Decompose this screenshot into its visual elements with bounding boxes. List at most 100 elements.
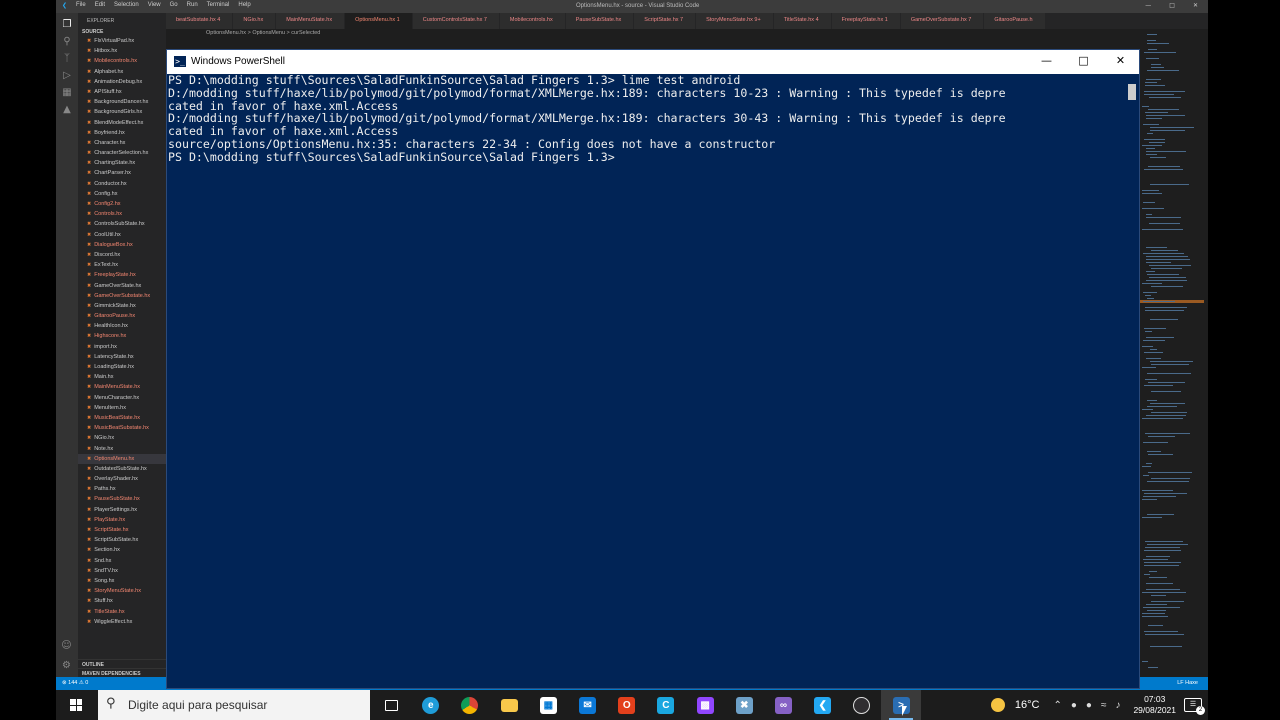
editor-tab[interactable]: CustomControlsState.hx 7 [412, 13, 500, 29]
editor-tab[interactable]: NGio.hx [233, 13, 277, 29]
file-item[interactable]: ✖ PlayState.hx [78, 515, 166, 525]
file-item[interactable]: ✖ ChartParser.hx [78, 168, 166, 178]
file-item[interactable]: ✖ BlendModeEffect.hx [78, 118, 166, 128]
menu-edit[interactable]: Edit [95, 2, 105, 9]
microphone-icon[interactable]: ● [1086, 700, 1092, 711]
file-item[interactable]: ✖ APIStuff.hx [78, 87, 166, 97]
editor-tab[interactable]: MainMenuState.hx [276, 13, 346, 29]
mail-button[interactable]: ✉ [568, 690, 607, 720]
language-status[interactable]: LF Haxe [1177, 680, 1198, 686]
ps-maximize-button[interactable]: □ [1065, 50, 1102, 74]
haxe-app-button[interactable]: ✖ [725, 690, 764, 720]
outline-section-header[interactable]: OUTLINE [78, 659, 166, 668]
vscode-maximize-icon[interactable]: □ [1169, 2, 1175, 9]
ps-minimize-button[interactable]: — [1028, 50, 1065, 74]
file-item[interactable]: ✖ Stuff.hx [78, 596, 166, 606]
file-item[interactable]: ✖ Alphabet.hx [78, 67, 166, 77]
file-explorer-button[interactable] [490, 690, 529, 720]
file-item[interactable]: ✖ Conductor.hx [78, 179, 166, 189]
search-icon[interactable]: ⚲ [62, 36, 73, 47]
file-item[interactable]: ✖ Config.hx [78, 189, 166, 199]
powershell-console[interactable]: PS D:\modding stuff\Sources\SaladFunkinS… [167, 74, 1125, 688]
file-item[interactable]: ✖ Note.hx [78, 444, 166, 454]
file-item[interactable]: ✖ Hitbox.hx [78, 46, 166, 56]
antivirus-icon[interactable]: ● [1071, 700, 1077, 711]
file-item[interactable]: ✖ ChartingState.hx [78, 158, 166, 168]
file-item[interactable]: ✖ ExText.hx [78, 260, 166, 270]
weather-sun-icon[interactable] [990, 698, 1005, 712]
temperature[interactable]: 16°C [1015, 699, 1040, 711]
problems-status[interactable]: ⊗ 144 ⚠ 0 [62, 680, 88, 686]
file-item[interactable]: ✖ WiggleEffect.hx [78, 617, 166, 627]
maven-dependencies-section-header[interactable]: MAVEN DEPENDENCIES [78, 668, 166, 677]
network-icon[interactable]: ≈ [1101, 700, 1107, 711]
editor-tab[interactable]: beatSubstate.hx 4 [166, 13, 234, 29]
file-item[interactable]: ✖ ScriptSubState.hx [78, 535, 166, 545]
file-item[interactable]: ✖ Main.hx [78, 372, 166, 382]
file-item[interactable]: ✖ Character.hx [78, 138, 166, 148]
file-item[interactable]: ✖ GimmickState.hx [78, 301, 166, 311]
chevron-up-icon[interactable]: ⌃ [1053, 700, 1061, 711]
file-item[interactable]: ✖ ScriptState.hx [78, 525, 166, 535]
file-item[interactable]: ✖ Paths.hx [78, 484, 166, 494]
file-item[interactable]: ✖ FreeplayState.hx [78, 270, 166, 280]
notification-center-icon[interactable]: ☰ 2 [1184, 698, 1205, 715]
file-item[interactable]: ✖ BackgroundDancer.hx [78, 97, 166, 107]
menu-help[interactable]: Help [238, 2, 250, 9]
editor-tab[interactable]: GitarooPause.h [984, 13, 1046, 29]
volume-icon[interactable]: ♪ [1115, 700, 1120, 711]
file-item[interactable]: ✖ FlxVirtualPad.hx [78, 36, 166, 46]
powershell-titlebar[interactable]: >_ Windows PowerShell — □ ✕ [167, 50, 1139, 74]
editor-tab[interactable]: GameOverSubstate.hx 7 [900, 13, 985, 29]
file-item[interactable]: ✖ LoadingState.hx [78, 362, 166, 372]
menu-run[interactable]: Run [187, 2, 198, 9]
run-debug-icon[interactable]: ▷ [62, 70, 73, 81]
menu-view[interactable]: View [148, 2, 161, 9]
cortana-app-button[interactable]: C [646, 690, 685, 720]
file-item[interactable]: ✖ CoolUtil.hx [78, 230, 166, 240]
editor-tab[interactable]: TitleState.hx 4 [773, 13, 832, 29]
editor-tab[interactable]: StoryMenuState.hx 9+ [696, 13, 774, 29]
vscode-minimize-icon[interactable]: — [1145, 2, 1151, 9]
file-item[interactable]: ✖ Boyfriend.hx [78, 128, 166, 138]
file-item[interactable]: ✖ AnimationDebug.hx [78, 77, 166, 87]
editor-tab[interactable]: FreeplayState.hx 1 [831, 13, 901, 29]
file-item[interactable]: ✖ StoryMenuState.hx [78, 586, 166, 596]
source-section-header[interactable]: SOURCE [78, 28, 166, 36]
file-item[interactable]: ✖ OptionsMenu.hx [78, 453, 166, 464]
file-item[interactable]: ✖ GameOverState.hx [78, 281, 166, 291]
task-view-button[interactable] [372, 690, 411, 720]
source-control-icon[interactable]: ᛉ [62, 53, 73, 64]
extensions-icon[interactable]: ▦ [62, 87, 73, 98]
taskbar-search-input[interactable] [128, 696, 358, 714]
editor-tab[interactable]: Mobilecontrols.hx [499, 13, 566, 29]
menu-file[interactable]: File [76, 2, 86, 9]
file-item[interactable]: ✖ Snd.hx [78, 556, 166, 566]
file-item[interactable]: ✖ CharacterSelection.hx [78, 148, 166, 158]
visual-studio-button[interactable]: ∞ [764, 690, 803, 720]
menu-selection[interactable]: Selection [114, 2, 139, 9]
powershell-scrollbar[interactable] [1126, 74, 1138, 688]
file-item[interactable]: ✖ MainMenuState.hx [78, 382, 166, 392]
minimap[interactable] [1140, 30, 1204, 677]
editor-tab[interactable]: ScriptState.hx 7 [634, 13, 697, 29]
file-item[interactable]: ✖ SndTV.hx [78, 566, 166, 576]
file-item[interactable]: ✖ Highscore.hx [78, 331, 166, 341]
file-item[interactable]: ✖ GameOverSubstate.hx [78, 291, 166, 301]
office-button[interactable]: O [607, 690, 646, 720]
vscode-close-icon[interactable]: ✕ [1193, 2, 1198, 9]
file-item[interactable]: ✖ BackgroundGirls.hx [78, 107, 166, 117]
file-item[interactable]: ✖ PlayerSettings.hx [78, 505, 166, 515]
start-button[interactable] [56, 690, 96, 720]
file-item[interactable]: ✖ OverlayShader.hx [78, 474, 166, 484]
vscode-button[interactable]: ❮ [803, 690, 842, 720]
file-item[interactable]: ✖ TitleState.hx [78, 607, 166, 617]
twitch-button[interactable]: ▩ [686, 690, 725, 720]
file-item[interactable]: ✖ NGio.hx [78, 433, 166, 443]
file-item[interactable]: ✖ OutdatedSubState.hx [78, 464, 166, 474]
file-item[interactable]: ✖ MusicBeatSubstate.hx [78, 423, 166, 433]
ps-close-button[interactable]: ✕ [1102, 50, 1139, 74]
file-item[interactable]: ✖ DialogueBox.hx [78, 240, 166, 250]
scrollbar-thumb[interactable] [1128, 84, 1136, 100]
testing-icon[interactable]: ▲ [62, 104, 73, 115]
